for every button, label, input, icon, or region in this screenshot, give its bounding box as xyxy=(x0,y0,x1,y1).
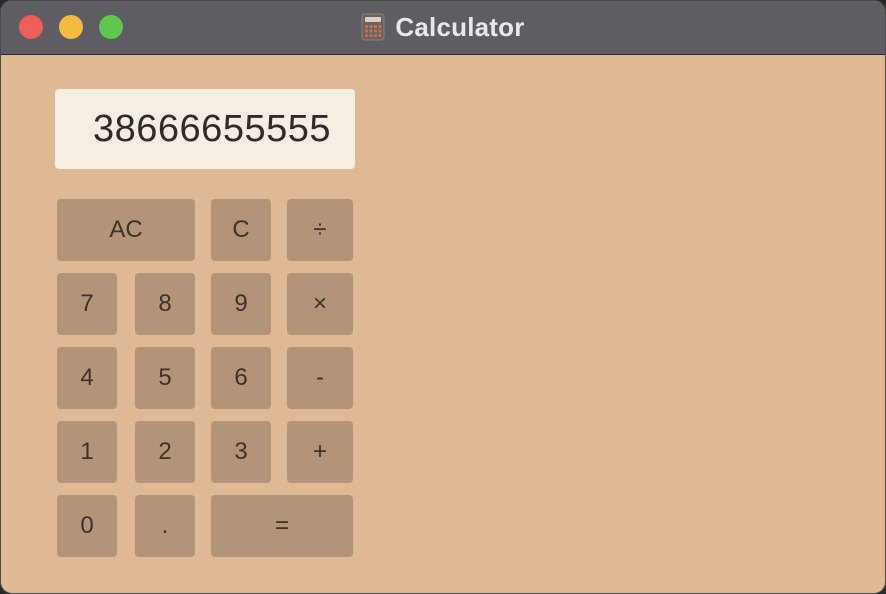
digit-6-button[interactable]: 6 xyxy=(211,347,271,409)
title-bar: Calculator xyxy=(1,1,885,55)
divide-button[interactable]: ÷ xyxy=(287,199,353,261)
multiply-button[interactable]: × xyxy=(287,273,353,335)
plus-button[interactable]: + xyxy=(287,421,353,483)
calculator-icon xyxy=(361,13,385,41)
calculator-window: Calculator 38666655555 AC C ÷ 7 8 9 × 4 … xyxy=(0,0,886,594)
ac-button[interactable]: AC xyxy=(57,199,195,261)
digit-4-button[interactable]: 4 xyxy=(57,347,117,409)
digit-8-button[interactable]: 8 xyxy=(135,273,195,335)
clear-button[interactable]: C xyxy=(211,199,271,261)
digit-0-button[interactable]: 0 xyxy=(57,495,117,557)
digit-1-button[interactable]: 1 xyxy=(57,421,117,483)
calculator-display: 38666655555 xyxy=(55,89,355,169)
decimal-button[interactable]: . xyxy=(135,495,195,557)
minus-button[interactable]: - xyxy=(287,347,353,409)
equals-button[interactable]: = xyxy=(211,495,353,557)
window-title: Calculator xyxy=(395,11,525,42)
digit-9-button[interactable]: 9 xyxy=(211,273,271,335)
window-title-group: Calculator xyxy=(1,1,885,53)
display-value: 38666655555 xyxy=(93,108,331,150)
digit-5-button[interactable]: 5 xyxy=(135,347,195,409)
digit-7-button[interactable]: 7 xyxy=(57,273,117,335)
digit-2-button[interactable]: 2 xyxy=(135,421,195,483)
digit-3-button[interactable]: 3 xyxy=(211,421,271,483)
